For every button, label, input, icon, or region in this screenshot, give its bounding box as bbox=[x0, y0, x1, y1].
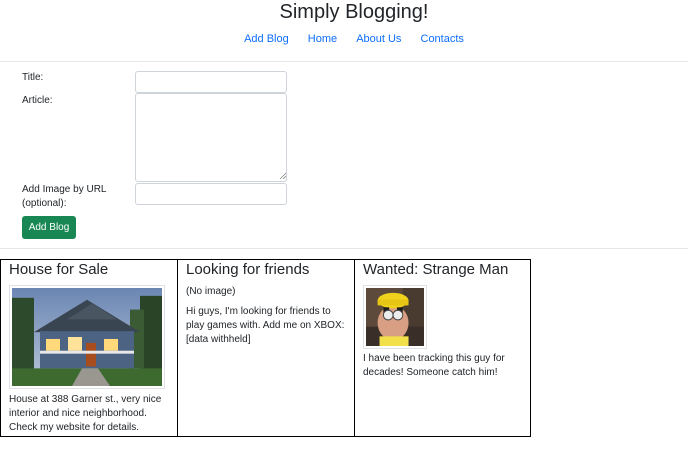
house-photo bbox=[9, 285, 165, 389]
resize-handle-icon[interactable] bbox=[279, 172, 287, 180]
no-image-note: (No image) bbox=[186, 286, 236, 297]
post-title: Looking for friends bbox=[186, 261, 310, 278]
post-card: Looking for friends (No image) Hi guys, … bbox=[177, 259, 355, 437]
post-title: Wanted: Strange Man bbox=[363, 261, 509, 278]
title-label: Title: bbox=[22, 72, 44, 83]
title-input[interactable] bbox=[135, 71, 287, 93]
header-divider bbox=[0, 61, 688, 62]
nav-contacts[interactable]: Contacts bbox=[421, 33, 464, 45]
nav-add-blog[interactable]: Add Blog bbox=[244, 33, 289, 45]
man-photo bbox=[363, 285, 427, 349]
post-body: Hi guys, I'm looking for friends to play… bbox=[186, 306, 345, 345]
post-card: Wanted: Strange Man I have been tracking… bbox=[354, 259, 531, 437]
article-textarea[interactable] bbox=[135, 93, 287, 182]
image-url-input[interactable] bbox=[135, 183, 287, 205]
post-body: House at 388 Garner st., very nice inter… bbox=[9, 394, 162, 433]
add-blog-button[interactable]: Add Blog bbox=[22, 216, 76, 239]
article-label: Article: bbox=[22, 95, 53, 106]
nav-home[interactable]: Home bbox=[308, 33, 337, 45]
image-url-label: Add Image by URL (optional): bbox=[22, 184, 107, 209]
form-divider bbox=[0, 248, 688, 249]
nav-about-us[interactable]: About Us bbox=[356, 33, 401, 45]
main-nav: Add Blog Home About Us Contacts bbox=[0, 33, 688, 45]
post-card: House for Sale House at 388 Garner st., … bbox=[0, 259, 178, 437]
post-title: House for Sale bbox=[9, 261, 109, 278]
post-body: I have been tracking this guy for decade… bbox=[363, 353, 505, 378]
site-title: Simply Blogging! bbox=[279, 1, 429, 23]
